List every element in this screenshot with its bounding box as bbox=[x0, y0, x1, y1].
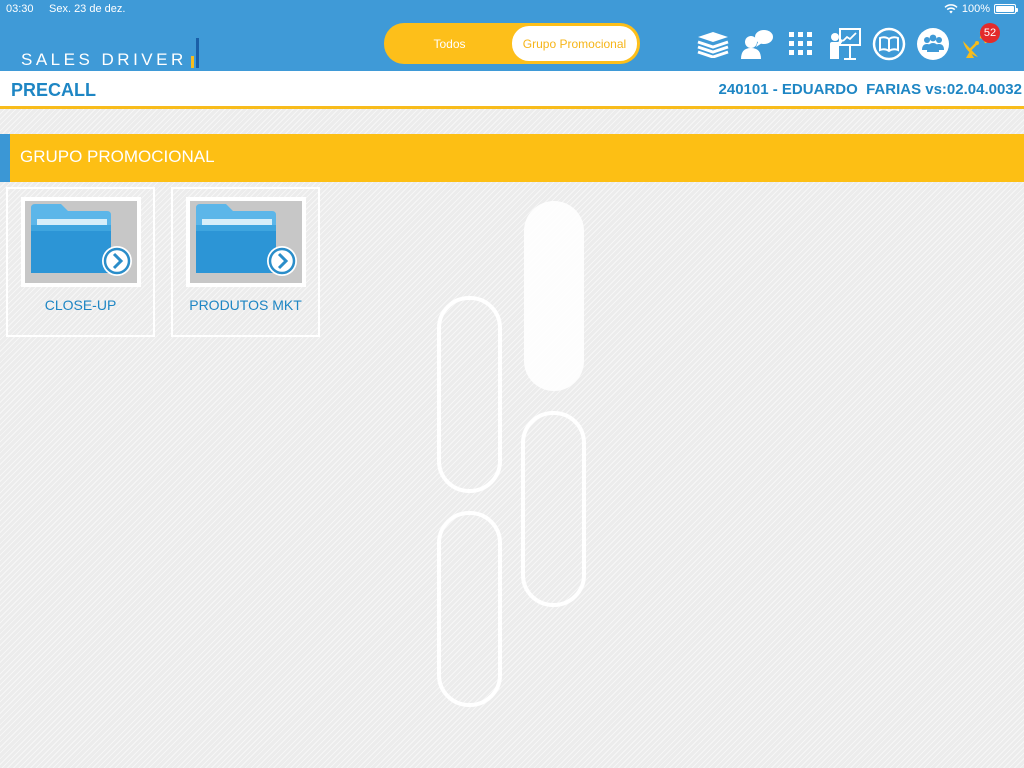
toolbar: 52 bbox=[696, 23, 1000, 62]
section-header: GRUPO PROMOCIONAL bbox=[0, 134, 1024, 182]
filter-segmented-control: Todos Grupo Promocional bbox=[384, 23, 640, 64]
chat-user-icon bbox=[741, 30, 773, 59]
presentation-button[interactable] bbox=[828, 26, 862, 62]
user-info: 240101 - EDUARDO FARIAS vs:02.04.0032 bbox=[718, 81, 1022, 98]
folder-thumbnail bbox=[186, 197, 306, 287]
segment-grupo-promocional[interactable]: Grupo Promocional bbox=[512, 26, 637, 61]
app-logo: SALES DRIVER bbox=[21, 38, 199, 70]
group-icon bbox=[917, 28, 949, 60]
notifications-badge: 52 bbox=[980, 23, 1000, 43]
status-time: 03:30 bbox=[6, 3, 34, 15]
section-title: GRUPO PROMOCIONAL bbox=[20, 147, 215, 166]
folder-thumbnail bbox=[21, 197, 141, 287]
battery-percent: 100% bbox=[961, 3, 990, 15]
apps-grid-button[interactable] bbox=[784, 26, 818, 62]
logo-text: SALES DRIVER bbox=[21, 50, 187, 69]
books-button[interactable] bbox=[696, 26, 730, 62]
book-icon bbox=[872, 27, 906, 61]
segment-todos[interactable]: Todos bbox=[387, 26, 512, 61]
status-date: Sex. 23 de dez. bbox=[49, 3, 126, 15]
status-bar: 03:30 Sex. 23 de dez. 100% bbox=[0, 0, 1024, 20]
wifi-icon bbox=[944, 4, 958, 14]
section-accent bbox=[0, 134, 10, 182]
folder-icon bbox=[196, 204, 297, 276]
background-watermark-logo bbox=[437, 201, 586, 707]
battery-icon bbox=[994, 4, 1018, 14]
grid-icon bbox=[789, 32, 812, 55]
sync-notifications-button[interactable]: 52 bbox=[960, 23, 1000, 62]
folder-icon bbox=[31, 204, 132, 276]
folder-label: CLOSE-UP bbox=[44, 297, 117, 313]
folder-card-produtos-mkt[interactable]: PRODUTOS MKT bbox=[171, 187, 320, 337]
chat-user-button[interactable] bbox=[740, 26, 774, 62]
team-button[interactable] bbox=[916, 26, 950, 62]
folder-card-close-up[interactable]: CLOSE-UP bbox=[6, 187, 155, 337]
status-right-group: 100% bbox=[944, 3, 1018, 15]
presentation-icon bbox=[830, 28, 861, 60]
folder-label: PRODUTOS MKT bbox=[189, 297, 302, 313]
books-icon bbox=[697, 32, 729, 58]
page-title: PRECALL bbox=[11, 80, 96, 100]
logo-bars-icon bbox=[190, 38, 199, 68]
catalog-button[interactable] bbox=[872, 26, 906, 62]
page-header: PRECALL 240101 - EDUARDO FARIAS vs:02.04… bbox=[0, 71, 1024, 109]
battery-fill bbox=[996, 6, 1014, 12]
